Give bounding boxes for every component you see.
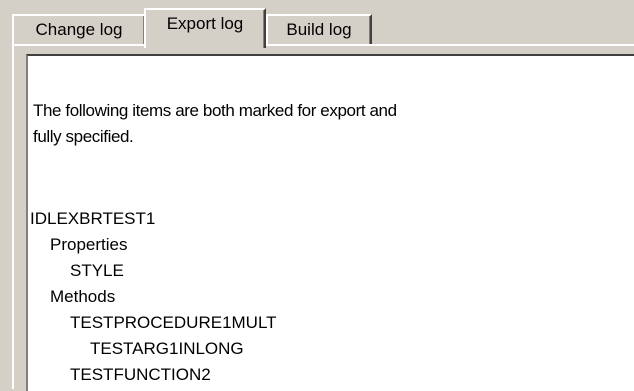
tree-item-methods-header: Methods (50, 287, 116, 306)
tree-item-method: TESTFUNCTION2 (70, 365, 211, 384)
tree-item-properties-header: Properties (50, 235, 128, 254)
export-log-intro: The following items are both marked for … (33, 98, 533, 150)
tab-change-log-label: Change log (35, 20, 123, 39)
tree-item-object: IDLEXBRTEST1 (30, 209, 156, 228)
tab-build-log-label: Build log (286, 20, 352, 39)
intro-line-1: The following items are both marked for … (33, 101, 397, 120)
export-tree: IDLEXBRTEST1 Properties STYLE Methods TE… (30, 206, 277, 388)
tree-item-property: STYLE (70, 261, 124, 280)
export-log-textbox[interactable]: The following items are both marked for … (26, 54, 634, 391)
intro-line-2: fully specified. (33, 127, 134, 146)
tab-change-log[interactable]: Change log (12, 14, 146, 44)
tab-export-log[interactable]: Export log (144, 8, 266, 48)
tab-export-log-label: Export log (166, 14, 244, 33)
tree-item-method: TESTPROCEDURE1MULT (70, 313, 277, 332)
tab-panel: The following items are both marked for … (12, 44, 634, 391)
tab-build-log[interactable]: Build log (266, 14, 372, 44)
tree-item-argument: TESTARG1INLONG (90, 339, 244, 358)
